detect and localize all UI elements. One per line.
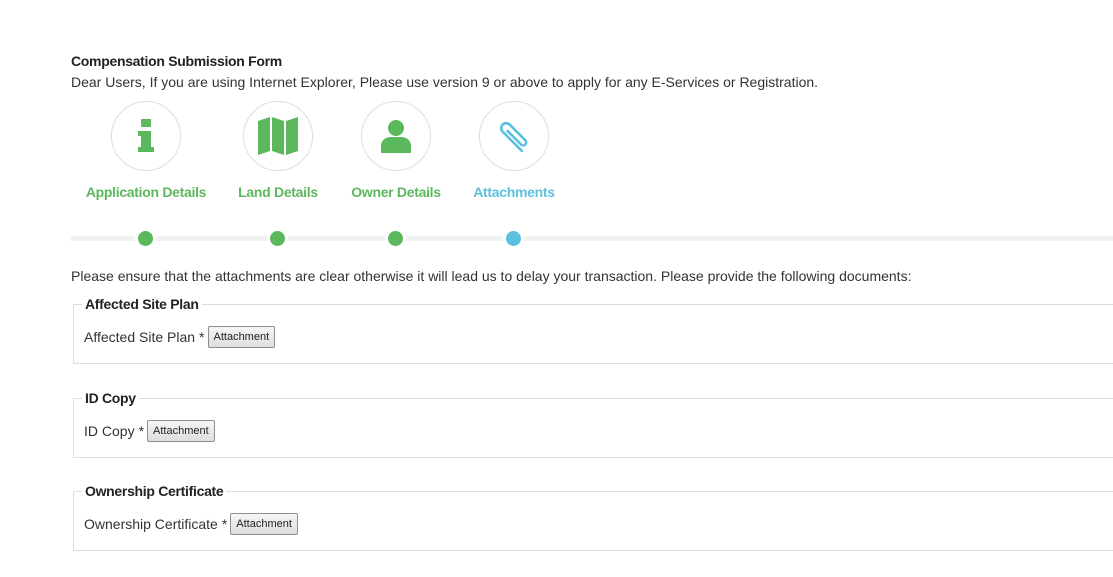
user-icon (381, 120, 411, 153)
document-section-id-copy: ID Copy ID Copy * Attachment (73, 390, 1113, 458)
step-label: Attachments (473, 184, 555, 200)
document-label: Ownership Certificate (84, 516, 218, 532)
required-marker: * (199, 329, 205, 345)
required-marker: * (221, 516, 228, 532)
browser-notice: Dear Users, If you are using Internet Ex… (71, 74, 819, 90)
attachment-button-affected-site-plan[interactable]: Attachment (207, 326, 276, 348)
step-status-dot (388, 231, 403, 246)
map-icon (258, 117, 298, 155)
document-section-ownership-certificate: Ownership Certificate Ownership Certific… (73, 483, 1113, 551)
section-legend: Affected Site Plan (82, 296, 202, 312)
step-icon-circle (243, 101, 313, 171)
form-title: Compensation Submission Form (71, 53, 282, 69)
section-legend: ID Copy (82, 390, 139, 406)
document-section-affected-site-plan: Affected Site Plan Affected Site Plan * … (73, 296, 1113, 364)
section-legend: Ownership Certificate (82, 483, 227, 499)
wizard-step-application-details[interactable]: Application Details (76, 101, 216, 251)
info-icon (138, 119, 154, 152)
attachment-button-id-copy[interactable]: Attachment (147, 420, 215, 442)
document-row: ID Copy * Attachment (84, 420, 215, 442)
document-label: Affected Site Plan (84, 329, 196, 345)
attachment-instructions: Please ensure that the attachments are c… (71, 268, 912, 284)
paperclip-icon (499, 121, 528, 153)
step-label: Application Details (85, 184, 207, 200)
attachment-button-ownership-certificate[interactable]: Attachment (230, 513, 298, 535)
compensation-form-page: Compensation Submission Form Dear Users,… (0, 0, 1113, 577)
step-icon-circle (479, 101, 549, 171)
document-row: Affected Site Plan * Attachment (84, 326, 276, 348)
required-marker: * (138, 423, 145, 439)
step-icon-circle (111, 101, 181, 171)
wizard-step-attachments[interactable]: Attachments (444, 101, 584, 251)
step-status-dot (270, 231, 285, 246)
document-label: ID Copy (84, 423, 135, 439)
step-icon-circle (361, 101, 431, 171)
step-status-dot (138, 231, 153, 246)
step-status-dot (506, 231, 521, 246)
document-row: Ownership Certificate * Attachment (84, 513, 298, 535)
